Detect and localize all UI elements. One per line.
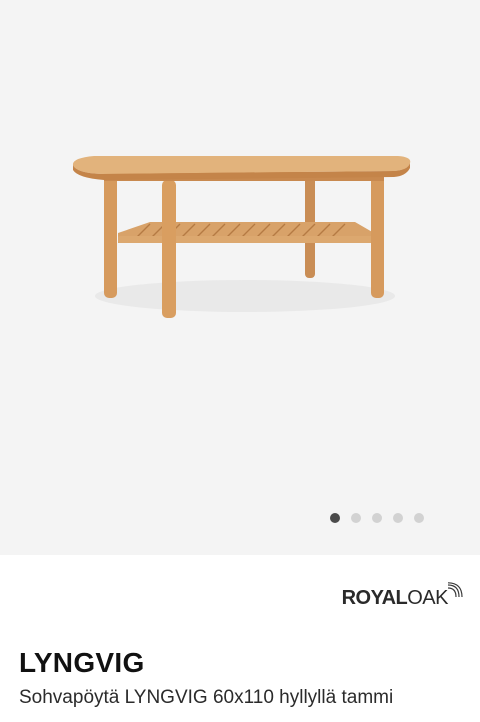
table-leg-front-left [104, 176, 117, 298]
table-leg-front-right [371, 172, 384, 298]
shelf-front-rail [118, 236, 374, 243]
product-title: LYNGVIG [19, 647, 145, 678]
table-top [72, 156, 411, 174]
gallery-dot-3[interactable] [372, 513, 382, 523]
table-shadow [95, 280, 395, 312]
brand-name-royal: ROYAL [341, 587, 408, 609]
table-leg-front-center [162, 180, 176, 318]
product-image-gallery[interactable] [0, 0, 480, 555]
product-info: ROYALOAK LYNGVIG Sohvapöytä LYNGVIG 60x1… [0, 555, 480, 722]
brand-wordmark: ROYALOAK [341, 587, 449, 610]
brand-name-oak: OAK [407, 587, 448, 609]
gallery-pagination [330, 513, 424, 523]
gallery-dot-2[interactable] [351, 513, 361, 523]
product-image[interactable] [0, 0, 480, 555]
brand-arcs-icon [447, 581, 463, 597]
gallery-dot-1[interactable] [330, 513, 340, 523]
brand-logo[interactable]: ROYALOAK [341, 581, 466, 610]
gallery-dot-5[interactable] [414, 513, 424, 523]
gallery-dot-4[interactable] [393, 513, 403, 523]
product-description: Sohvapöytä LYNGVIG 60x110 hyllyllä tammi [19, 687, 394, 708]
